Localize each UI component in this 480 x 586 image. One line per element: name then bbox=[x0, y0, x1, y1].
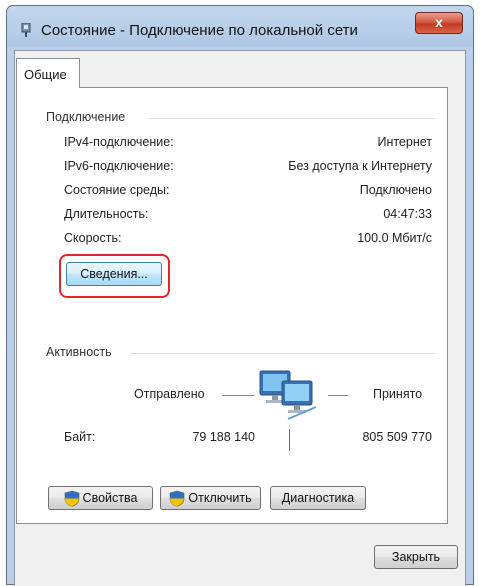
connection-group-line bbox=[150, 118, 434, 119]
received-label: Принято bbox=[373, 387, 423, 401]
close-button[interactable]: Закрыть bbox=[374, 545, 458, 569]
ipv4-label: IPv4-подключение: bbox=[64, 135, 174, 149]
bytes-received-value: 805 509 770 bbox=[362, 430, 432, 444]
tab-general[interactable]: Общие bbox=[16, 58, 80, 88]
activity-group-title: Активность bbox=[46, 345, 120, 359]
bytes-sent-value: 79 188 140 bbox=[192, 430, 255, 444]
network-adapter-icon bbox=[21, 23, 31, 37]
speed-label: Скорость: bbox=[64, 231, 122, 245]
connection-group-title: Подключение bbox=[46, 110, 134, 124]
bytes-label: Байт: bbox=[64, 430, 96, 444]
close-window-button[interactable]: x bbox=[415, 12, 463, 34]
disable-button-label: Отключить bbox=[188, 491, 252, 505]
uac-shield-icon bbox=[64, 490, 79, 507]
media-state-value: Подключено bbox=[359, 183, 432, 197]
received-line bbox=[328, 395, 348, 396]
ipv6-value: Без доступа к Интернету bbox=[288, 159, 432, 173]
title-bar[interactable]: Состояние - Подключение по локальной сет… bbox=[7, 6, 473, 50]
uac-shield-icon bbox=[170, 490, 185, 507]
properties-button[interactable]: Свойства bbox=[48, 486, 153, 510]
bytes-divider bbox=[289, 429, 290, 451]
duration-value: 04:47:33 bbox=[383, 207, 432, 221]
ipv4-value: Интернет bbox=[377, 135, 432, 149]
speed-value: 100.0 Мбит/с bbox=[357, 231, 432, 245]
disable-button[interactable]: Отключить bbox=[160, 486, 261, 510]
window-title: Состояние - Подключение по локальной сет… bbox=[41, 22, 358, 39]
properties-button-label: Свойства bbox=[82, 491, 138, 505]
network-computers-icon bbox=[259, 370, 317, 420]
media-state-label: Состояние среды: bbox=[64, 183, 170, 197]
tab-panel bbox=[16, 87, 448, 524]
details-button[interactable]: Сведения... bbox=[66, 262, 162, 286]
sent-line bbox=[222, 395, 254, 396]
duration-label: Длительность: bbox=[64, 207, 149, 221]
sent-label: Отправлено bbox=[134, 387, 205, 401]
diagnose-button[interactable]: Диагностика bbox=[270, 486, 366, 510]
activity-group-line bbox=[130, 353, 434, 354]
ipv6-label: IPv6-подключение: bbox=[64, 159, 174, 173]
